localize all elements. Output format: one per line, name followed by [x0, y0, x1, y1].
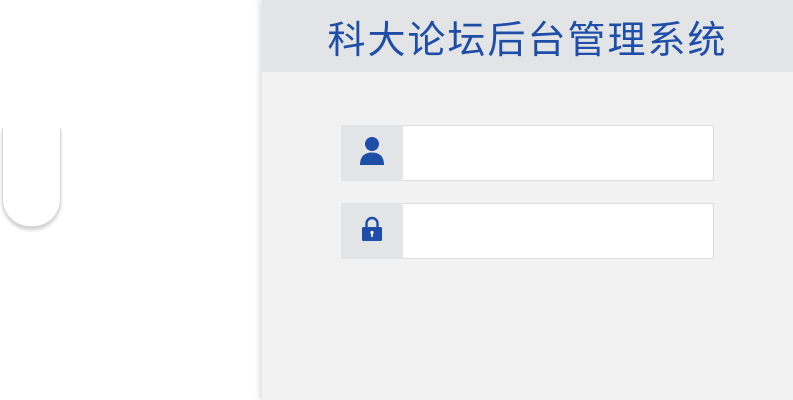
- login-panel: 科大论坛后台管理系统: [262, 0, 793, 400]
- password-row: [341, 203, 714, 259]
- password-icon-box: [341, 203, 403, 259]
- page-title: 科大论坛后台管理系统: [327, 17, 728, 62]
- username-input[interactable]: [403, 125, 714, 181]
- lock-icon: [361, 216, 383, 246]
- password-input[interactable]: [403, 203, 714, 259]
- user-icon: [360, 136, 384, 170]
- panel-header: 科大论坛后台管理系统: [262, 0, 793, 72]
- decorative-shape: [2, 128, 61, 227]
- username-row: [341, 125, 714, 181]
- username-icon-box: [341, 125, 403, 181]
